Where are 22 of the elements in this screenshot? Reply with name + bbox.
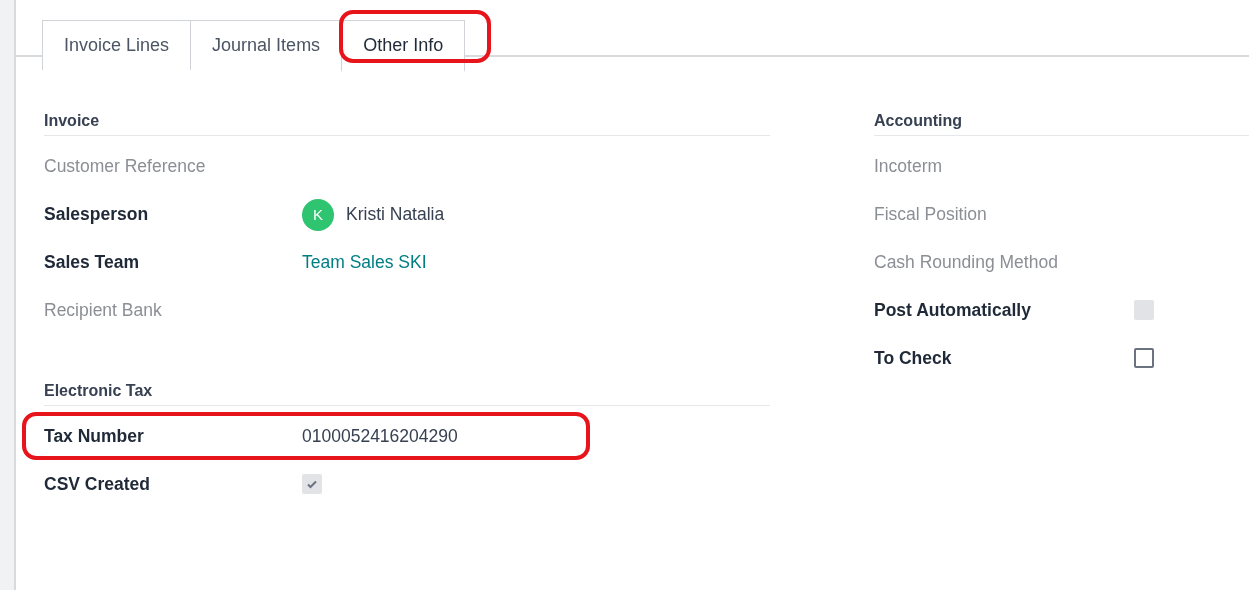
sales-team-link[interactable]: Team Sales SKI <box>302 246 427 279</box>
field-label: Tax Number <box>44 425 144 448</box>
field-label: Post Automatically <box>874 299 1031 322</box>
field-value: 0100052416204290 <box>302 425 458 448</box>
field-label: Recipient Bank <box>44 299 162 322</box>
check-icon <box>306 478 318 490</box>
section-title: Accounting <box>874 112 1249 136</box>
person-name: Kristi Natalia <box>346 203 445 226</box>
section-title: Electronic Tax <box>44 382 770 406</box>
field-label: Cash Rounding Method <box>874 251 1058 274</box>
field-label: CSV Created <box>44 473 150 496</box>
tab[interactable]: Other Info <box>341 20 466 72</box>
field-label: Incoterm <box>874 155 943 178</box>
field-label: To Check <box>874 347 952 370</box>
section-title: Invoice <box>44 112 770 136</box>
avatar: K <box>302 198 334 231</box>
field-label: Customer Reference <box>44 155 206 178</box>
field-label: Fiscal Position <box>874 203 987 226</box>
tab[interactable]: Invoice Lines <box>42 20 192 70</box>
field-label: Sales Team <box>44 251 139 274</box>
checkbox[interactable] <box>1134 348 1154 368</box>
field-label: Salesperson <box>44 203 149 226</box>
